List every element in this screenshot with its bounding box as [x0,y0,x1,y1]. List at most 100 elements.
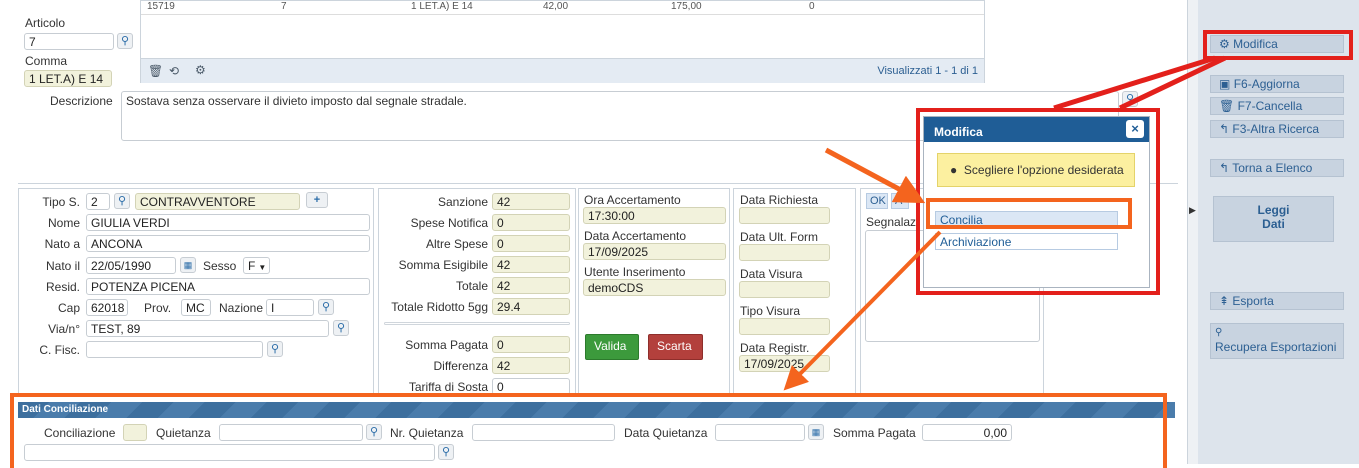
nato-a-field[interactable]: ANCONA [86,235,370,252]
calendar-icon[interactable]: ▦ [180,257,196,273]
splitter-handle[interactable] [1187,0,1198,464]
data-accertamento-field[interactable]: 17/09/2025 [583,243,726,260]
chevron-down-icon: ▼ [258,263,267,272]
tipo-label: Tipo S. [42,195,80,209]
tipo-visura-label: Tipo Visura [740,304,801,318]
prov-field[interactable]: MC [181,299,211,316]
nazione-field[interactable]: I [266,299,314,316]
data-accertamento-label: Data Accertamento [584,229,687,243]
data-visura-label: Data Visura [740,267,803,281]
ok-button[interactable]: OK [866,193,888,209]
valida-button[interactable]: Valida [585,334,639,360]
sanzione-field[interactable]: 42 [492,193,570,210]
sesso-select[interactable]: F ▼ [243,257,270,274]
tipo-visura-field[interactable] [739,318,830,335]
export-icon: ⇞ [1219,294,1230,308]
grid-pagination: Visualizzati 1 - 1 di 1 [877,65,978,77]
dati-label: Dati [1262,217,1285,231]
descrizione-search-icon[interactable]: ⚲ [1122,91,1138,107]
grid-cell: 42,00 [543,1,569,12]
cfisc-label: C. Fisc. [39,343,80,357]
resid-label: Resid. [45,280,80,294]
data-ult-form-field[interactable] [739,244,830,261]
grid-cell: 175,00 [671,1,702,12]
gear-icon[interactable]: ⚙ [195,63,206,77]
differenza-label: Differenza [433,359,488,373]
torna-elenco-label: Torna a Elenco [1232,161,1313,175]
tipo-field[interactable]: 2 [86,193,110,210]
leggi-label: Leggi [1257,203,1290,217]
add-soggetto-button[interactable]: + [306,192,328,208]
data-ult-form-label: Data Ult. Form [740,230,819,244]
articoli-grid: 15719 7 1 LET.A) E 14 42,00 175,00 0 🗑 ⟲… [140,0,985,83]
esporta-label: Esporta [1232,294,1274,308]
refresh-icon[interactable]: ⟲ [169,64,179,78]
scarta-button[interactable]: Scarta [648,334,703,360]
spese-notifica-field[interactable]: 0 [492,214,570,231]
data-registr-label: Data Registr. [740,341,810,355]
articolo-field[interactable]: 7 [24,33,114,50]
grid-cell: 7 [281,1,287,12]
aggiorna-label: F6-Aggiorna [1233,77,1300,91]
grid-footer: 🗑 ⟲ ⚙ Visualizzati 1 - 1 di 1 [141,58,984,83]
data-registr-field[interactable]: 17/09/2025 [739,355,830,372]
differenza-field[interactable]: 42 [492,357,570,374]
highlight-concilia-option [926,198,1132,229]
chevron-right-icon[interactable]: ▶ [1189,205,1196,216]
altre-spese-field[interactable]: 0 [492,235,570,252]
torna-elenco-button[interactable]: ↰ Torna a Elenco [1210,159,1344,177]
somma-esigibile-label: Somma Esigibile [398,258,488,272]
ora-accertamento-label: Ora Accertamento [584,193,681,207]
totale-ridotto-field[interactable]: 29.4 [492,298,570,315]
comma-field[interactable]: 1 LET.A) E 14 [24,70,112,87]
nome-field[interactable]: GIULIA VERDI [86,214,370,231]
recupera-label: Recupera Esportazioni [1215,340,1337,354]
via-field[interactable]: TEST, 89 [86,320,329,337]
cap-field[interactable]: 62018 [86,299,128,316]
cfisc-search-icon[interactable]: ⚲ [267,341,283,357]
highlight-conciliazione-section [10,393,1167,468]
totale-label: Totale [455,279,488,293]
altra-ricerca-label: F3-Altra Ricerca [1232,122,1320,136]
resid-field[interactable]: POTENZA PICENA [86,278,370,295]
grid-cell: 15719 [147,1,175,12]
altra-ricerca-button[interactable]: ↰ F3-Altra Ricerca [1210,120,1344,138]
grid-cell: 0 [809,1,815,12]
utente-label: Utente Inserimento [584,265,686,279]
ora-accertamento-field[interactable]: 17:30:00 [583,207,726,224]
a-button[interactable]: A [891,193,909,209]
cfisc-field[interactable] [86,341,263,358]
nato-il-field[interactable]: 22/05/1990 [86,257,176,274]
esporta-button[interactable]: ⇞ Esporta [1210,292,1344,310]
via-search-icon[interactable]: ⚲ [333,320,349,336]
tipo-desc-field[interactable]: CONTRAVVENTORE [135,193,300,210]
somma-pagata-field[interactable]: 0 [492,336,570,353]
tipo-search-icon[interactable]: ⚲ [114,193,130,209]
articolo-search-icon[interactable]: ⚲ [117,33,133,49]
recupera-esportazioni-button[interactable]: ⚲ Recupera Esportazioni [1210,323,1344,359]
data-richiesta-label: Data Richiesta [740,193,819,207]
cancella-button[interactable]: 🗑 F7-Cancella [1210,97,1344,115]
leggi-dati-button[interactable]: Leggi Dati [1213,196,1334,242]
aggiorna-button[interactable]: ▣ F6-Aggiorna [1210,75,1344,93]
cancella-label: F7-Cancella [1237,99,1303,113]
data-visura-field[interactable] [739,281,830,298]
segnalazioni-label: Segnalaz [866,215,917,229]
nato-il-label: Nato il [45,259,80,273]
comma-label: Comma [25,54,68,68]
spese-notifica-label: Spese Notifica [410,216,488,230]
totale-field[interactable]: 42 [492,277,570,294]
utente-field[interactable]: demoCDS [583,279,726,296]
grid-row[interactable]: 15719 7 1 LET.A) E 14 42,00 175,00 0 [141,1,984,15]
somma-esigibile-field[interactable]: 42 [492,256,570,273]
data-richiesta-field[interactable] [739,207,830,224]
sesso-label: Sesso [203,259,237,273]
tariffa-label: Tariffa di Sosta [408,380,488,394]
trash-icon[interactable]: 🗑 [148,64,163,78]
descrizione-text: Sostava senza osservare il divieto impos… [126,94,467,108]
nazione-label: Nazione [219,301,264,315]
prov-label: Prov. [144,301,172,315]
back-icon: ↰ [1219,122,1230,136]
via-label: Via/n° [48,322,80,336]
nazione-search-icon[interactable]: ⚲ [318,299,334,315]
